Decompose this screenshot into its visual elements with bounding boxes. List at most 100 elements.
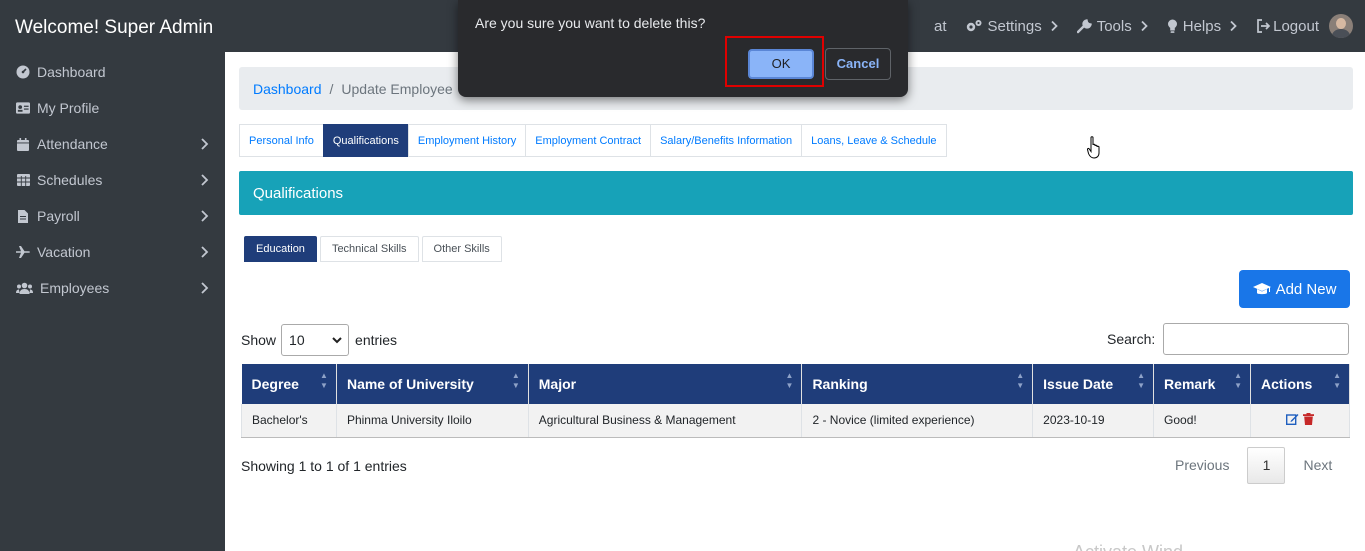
- cell-university: Phinma University Iloilo: [336, 404, 529, 438]
- breadcrumb-dashboard-link[interactable]: Dashboard: [253, 81, 322, 97]
- cell-remark: Good!: [1153, 404, 1251, 438]
- file-icon: [16, 209, 30, 223]
- sidebar-item-schedules[interactable]: Schedules: [0, 162, 225, 198]
- sidebar-item-label: Schedules: [37, 172, 103, 188]
- chevron-right-icon: [201, 246, 209, 258]
- col-label: Issue Date: [1043, 376, 1114, 392]
- chevron-right-icon: [201, 174, 209, 186]
- sort-icon: ▲ ▼: [1016, 371, 1025, 390]
- sort-icon: ▲ ▼: [785, 371, 794, 390]
- topnav-tools-label: Tools: [1096, 17, 1132, 35]
- hand-cursor-icon: [1087, 136, 1100, 159]
- top-nav: at Settings Tools Helps Logout: [934, 0, 1365, 52]
- tab-loans-leave-schedule[interactable]: Loans, Leave & Schedule: [801, 124, 947, 157]
- col-label: Major: [538, 376, 577, 392]
- sidebar-item-vacation[interactable]: Vacation: [0, 234, 225, 270]
- topnav-chat[interactable]: at: [934, 18, 947, 35]
- tab-employment-history[interactable]: Employment History: [407, 124, 526, 157]
- cancel-button[interactable]: Cancel: [825, 48, 891, 80]
- breadcrumb-current: Update Employee: [341, 80, 453, 97]
- topnav-logout-label: Logout: [1273, 17, 1319, 35]
- dashboard-icon: [16, 65, 30, 79]
- edit-icon[interactable]: [1286, 413, 1299, 425]
- cell-issue-date: 2023-10-19: [1032, 404, 1155, 438]
- id-card-icon: [16, 101, 30, 115]
- previous-button[interactable]: Previous: [1163, 447, 1241, 484]
- table-search: Search:: [1107, 323, 1350, 355]
- logout-icon: [1257, 19, 1271, 33]
- lightbulb-icon: [1167, 19, 1177, 33]
- col-university[interactable]: Name of University ▲ ▼: [336, 364, 529, 404]
- qualification-subtabs: Education Technical Skills Other Skills: [244, 236, 505, 262]
- ok-button[interactable]: OK: [748, 49, 814, 79]
- table-icon: [16, 173, 30, 187]
- topnav-logout[interactable]: Logout: [1256, 18, 1319, 35]
- table-info: Showing 1 to 1 of 1 entries: [241, 458, 407, 474]
- sidebar-item-employees[interactable]: Employees: [0, 270, 225, 306]
- employee-tabs: Personal Info Qualifications Employment …: [239, 124, 947, 157]
- col-label: Ranking: [812, 376, 868, 392]
- chevron-right-icon: [201, 282, 209, 294]
- search-label: Search:: [1107, 331, 1156, 347]
- sidebar-item-label: Employees: [40, 280, 110, 296]
- sort-icon: ▲ ▼: [1333, 371, 1341, 390]
- cell-degree: Bachelor's: [241, 404, 337, 438]
- cell-ranking: 2 - Novice (limited experience): [801, 404, 1034, 438]
- sort-icon: ▲ ▼: [1137, 371, 1146, 390]
- col-major[interactable]: Major ▲ ▼: [528, 364, 803, 404]
- breadcrumb-separator: /: [329, 80, 334, 97]
- col-actions[interactable]: Actions ▲ ▼: [1250, 364, 1350, 404]
- tab-personal-info[interactable]: Personal Info: [239, 124, 323, 157]
- calendar-icon: [16, 137, 30, 151]
- table-header-row: Degree ▲ ▼ Name of University ▲ ▼ Major ▲ ▼ Ra…: [241, 364, 1350, 404]
- col-ranking[interactable]: Ranking ▲ ▼: [801, 364, 1034, 404]
- wrench-icon: [1076, 18, 1092, 33]
- col-label: Degree: [251, 376, 299, 392]
- subtab-education[interactable]: Education: [244, 236, 317, 262]
- cell-major: Agricultural Business & Management: [528, 404, 803, 438]
- subtab-other-skills[interactable]: Other Skills: [421, 236, 502, 262]
- chevron-right-icon: [201, 138, 209, 150]
- tab-employment-contract[interactable]: Employment Contract: [525, 124, 651, 157]
- add-new-button[interactable]: Add New: [1239, 270, 1350, 308]
- add-new-label: Add New: [1275, 280, 1337, 298]
- card-title: Qualifications: [239, 171, 1353, 215]
- topnav-settings-label: Settings: [987, 17, 1042, 35]
- tab-qualifications[interactable]: Qualifications: [322, 124, 408, 157]
- gears-icon: [966, 20, 982, 32]
- topnav-helps-label: Helps: [1182, 17, 1222, 35]
- confirm-dialog: Are you sure you want to delete this? OK…: [458, 0, 908, 97]
- search-input[interactable]: [1163, 323, 1350, 355]
- plane-icon: [16, 245, 30, 259]
- topnav-helps[interactable]: Helps: [1167, 18, 1238, 35]
- page-1-button[interactable]: 1: [1247, 447, 1286, 484]
- chevron-right-icon: [1141, 20, 1148, 32]
- col-degree[interactable]: Degree ▲ ▼: [241, 364, 337, 404]
- sort-icon: ▲ ▼: [511, 371, 520, 390]
- topnav-chat-label: at: [934, 17, 947, 35]
- sidebar-item-my-profile[interactable]: My Profile: [0, 90, 225, 126]
- sidebar-item-label: Payroll: [37, 208, 80, 224]
- col-label: Remark: [1164, 376, 1216, 392]
- users-icon: [16, 281, 33, 295]
- entries-label: entries: [355, 332, 398, 348]
- sidebar-item-payroll[interactable]: Payroll: [0, 198, 225, 234]
- topnav-settings[interactable]: Settings: [965, 18, 1059, 35]
- subtab-technical-skills[interactable]: Technical Skills: [319, 236, 419, 262]
- tab-salary-benefits[interactable]: Salary/Benefits Information: [650, 124, 802, 157]
- chevron-right-icon: [1051, 20, 1058, 32]
- sidebar-item-attendance[interactable]: Attendance: [0, 126, 225, 162]
- brand-title: Welcome! Super Admin: [15, 17, 214, 38]
- entries-select[interactable]: 10: [281, 324, 350, 356]
- col-issue-date[interactable]: Issue Date ▲ ▼: [1032, 364, 1155, 404]
- sidebar-item-dashboard[interactable]: Dashboard: [0, 54, 225, 90]
- trash-icon[interactable]: [1302, 412, 1314, 425]
- col-label: Name of University: [346, 376, 474, 392]
- topnav-tools[interactable]: Tools: [1076, 17, 1149, 35]
- sidebar-item-label: Dashboard: [37, 64, 106, 80]
- next-button[interactable]: Next: [1291, 447, 1344, 484]
- avatar[interactable]: [1329, 14, 1353, 38]
- sort-icon: ▲ ▼: [1234, 371, 1242, 390]
- chevron-right-icon: [201, 210, 209, 222]
- col-remark[interactable]: Remark ▲ ▼: [1153, 364, 1251, 404]
